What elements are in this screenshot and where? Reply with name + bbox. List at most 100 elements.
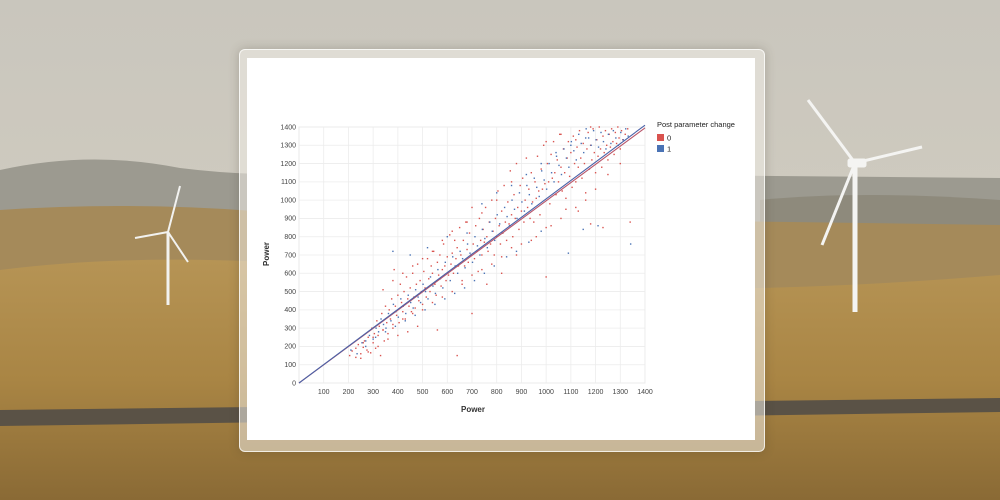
point-series-0 [575, 206, 577, 209]
y-tick-label: 800 [284, 234, 296, 241]
y-tick-label: 1400 [280, 124, 296, 131]
point-series-1 [600, 131, 602, 134]
point-series-0 [426, 257, 429, 260]
point-series-0 [541, 188, 544, 190]
point-series-1 [533, 177, 535, 179]
point-series-0 [455, 257, 457, 260]
x-tick-label: 200 [343, 389, 355, 396]
point-series-0 [533, 221, 535, 223]
point-series-1 [538, 195, 540, 198]
point-series-1 [570, 140, 573, 143]
point-series-0 [429, 290, 431, 293]
point-series-1 [513, 208, 516, 210]
point-series-1 [555, 151, 557, 154]
y-tick-label: 700 [284, 252, 296, 259]
point-series-0 [514, 217, 516, 220]
point-series-0 [500, 210, 503, 212]
point-series-0 [489, 243, 492, 245]
point-series-0 [367, 351, 369, 353]
point-series-0 [518, 228, 520, 231]
point-series-1 [350, 349, 352, 351]
y-axis-ticks: 0 100 200 300 400 500 600 700 800 900 1000 1100 1200… [280, 124, 296, 387]
point-series-1 [461, 257, 464, 260]
point-series-0 [524, 199, 526, 201]
point-series-1 [578, 133, 580, 136]
point-series-0 [578, 129, 581, 132]
point-series-0 [425, 296, 427, 298]
point-series-1 [375, 327, 377, 329]
point-series-0 [390, 298, 393, 300]
point-series-1 [511, 199, 513, 201]
point-series-1 [473, 279, 476, 282]
point-series-0 [437, 274, 440, 276]
point-series-0 [414, 307, 416, 309]
point-series-1 [384, 331, 387, 333]
x-tick-label: 600 [441, 389, 453, 396]
point-series-1 [558, 164, 560, 167]
point-series-0 [510, 246, 513, 249]
point-series-1 [474, 236, 476, 238]
point-series-0 [478, 217, 481, 220]
point-series-1 [392, 250, 394, 253]
point-series-1 [432, 285, 434, 287]
point-series-0 [512, 236, 514, 238]
point-series-1 [518, 192, 521, 194]
x-axis-ticks: 100 200 300 400 500 600 700 800 900 1000 1100 1200 1… [318, 389, 653, 396]
y-tick-label: 200 [284, 344, 296, 351]
legend-swatch-1[interactable] [657, 145, 664, 152]
point-series-0 [383, 340, 385, 342]
point-series-1 [528, 241, 530, 243]
point-series-0 [369, 352, 372, 354]
point-series-0 [471, 274, 473, 276]
point-series-0 [405, 276, 408, 278]
point-series-1 [387, 312, 390, 315]
point-series-0 [589, 126, 592, 128]
point-series-1 [560, 173, 563, 176]
point-series-1 [540, 230, 542, 232]
x-tick-label: 1200 [588, 389, 604, 396]
point-series-0 [498, 225, 500, 227]
point-series-0 [460, 254, 462, 256]
point-series-1 [404, 320, 406, 322]
legend-swatch-0[interactable] [657, 134, 664, 141]
point-series-1 [548, 162, 550, 165]
point-series-0 [559, 133, 561, 136]
point-series-0 [428, 278, 430, 280]
point-series-0 [393, 268, 395, 271]
x-axis-title: Power [461, 405, 485, 414]
point-series-0 [602, 226, 604, 229]
point-series-0 [521, 177, 524, 179]
point-series-0 [525, 157, 528, 159]
point-series-0 [400, 301, 403, 304]
point-series-0 [452, 272, 455, 274]
point-series-1 [412, 307, 414, 309]
point-series-0 [550, 153, 552, 156]
point-series-0 [392, 279, 394, 282]
y-tick-label: 0 [292, 380, 296, 387]
point-series-0 [394, 305, 397, 307]
point-series-1 [446, 236, 448, 238]
point-series-0 [408, 305, 410, 307]
point-series-0 [598, 126, 600, 128]
point-series-0 [610, 128, 613, 130]
point-series-0 [446, 256, 448, 258]
point-series-1 [570, 144, 572, 146]
point-series-0 [571, 186, 573, 189]
point-series-0 [351, 350, 353, 352]
point-series-1 [419, 301, 422, 304]
point-series-0 [471, 312, 473, 315]
point-series-0 [421, 309, 424, 311]
point-series-1 [444, 261, 447, 264]
point-series-0 [531, 201, 534, 203]
point-series-1 [545, 188, 548, 190]
point-series-1 [528, 193, 531, 196]
point-series-0 [372, 342, 374, 344]
point-series-0 [411, 312, 414, 315]
point-series-0 [594, 188, 597, 190]
point-series-1 [605, 148, 607, 150]
point-series-0 [530, 172, 533, 174]
point-series-1 [417, 296, 419, 298]
point-series-1 [526, 184, 528, 187]
point-series-0 [392, 327, 394, 329]
point-series-1 [405, 312, 407, 315]
